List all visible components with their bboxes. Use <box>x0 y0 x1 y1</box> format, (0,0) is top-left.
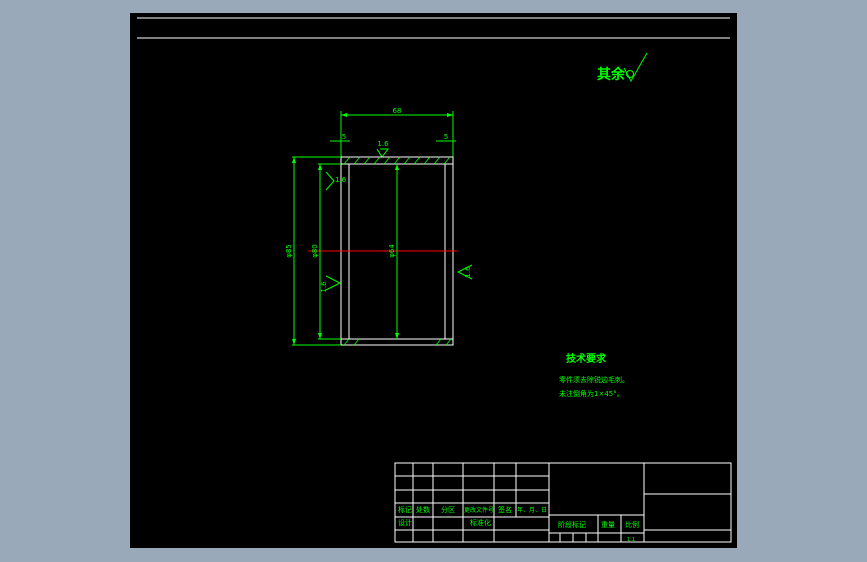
roughness-mark-left-upper: 1.6 <box>325 171 347 191</box>
tech-requirements: 技术要求 零件须去除锐边毛刺。 未注倒角为1×45°。 <box>559 352 629 398</box>
roughness-mark-right: 1.6 <box>456 264 473 280</box>
left-flange-dimension: 5 <box>330 133 350 142</box>
overall-width-dimension: 68 <box>340 107 454 157</box>
title-block <box>394 462 732 543</box>
tb-label-count: 处数 <box>416 505 430 514</box>
tb-label-design: 设计 <box>398 518 412 527</box>
tb-label-weight: 重量 <box>601 521 615 529</box>
bottom-hatch <box>343 338 452 346</box>
tb-label-mark: 标记 <box>398 505 412 514</box>
tb-label-zone: 分区 <box>441 505 455 514</box>
tech-requirements-title: 技术要求 <box>566 352 607 365</box>
cad-viewport[interactable]: 其余 68 5 5 1.6 φ85 φ80 φ64 1.6 1.6 1.6 技术… <box>130 13 737 548</box>
tb-label-date: 年、月、日 <box>517 506 547 514</box>
roughness-note-label: 其余 <box>597 66 626 83</box>
overall-width-value: 68 <box>393 107 402 115</box>
outer-height-value: φ85 <box>285 244 293 258</box>
svg-text:1.6: 1.6 <box>377 140 389 148</box>
roughness-mark-left-lower: 1.6 <box>320 275 342 293</box>
title-block-labels: 标记 处数 分区 更改文件号 签名 年、月、日 设计 标准化 阶段标记 重量 比… <box>398 505 639 543</box>
right-flange-value: 5 <box>444 133 448 141</box>
roughness-note: 其余 <box>597 52 648 83</box>
tb-label-scale: 比例 <box>625 520 639 529</box>
svg-text:1.6: 1.6 <box>320 281 328 293</box>
roughness-mark-top: 1.6 <box>376 140 389 158</box>
roughness-check-icon <box>623 52 648 83</box>
mid-height-value: φ80 <box>311 244 319 258</box>
tech-requirement-line: 未注倒角为1×45°。 <box>559 389 624 398</box>
left-flange-value: 5 <box>342 133 346 141</box>
tb-scale-value: 1:1 <box>627 537 635 543</box>
bore-value: φ64 <box>388 244 396 258</box>
tb-label-stage: 阶段标记 <box>558 520 586 529</box>
drawing-canvas[interactable]: 其余 68 5 5 1.6 φ85 φ80 φ64 1.6 1.6 1.6 技术… <box>130 13 737 548</box>
tb-label-sign: 签名 <box>498 505 512 514</box>
tb-label-doc-no: 更改文件号 <box>464 506 494 514</box>
top-hatch <box>343 156 451 165</box>
svg-text:1.6: 1.6 <box>335 176 347 184</box>
tb-label-standard: 标准化 <box>470 518 491 527</box>
tech-requirement-line: 零件须去除锐边毛刺。 <box>559 375 629 384</box>
svg-text:1.6: 1.6 <box>464 266 472 278</box>
bore-dimension: φ64 <box>388 164 399 339</box>
